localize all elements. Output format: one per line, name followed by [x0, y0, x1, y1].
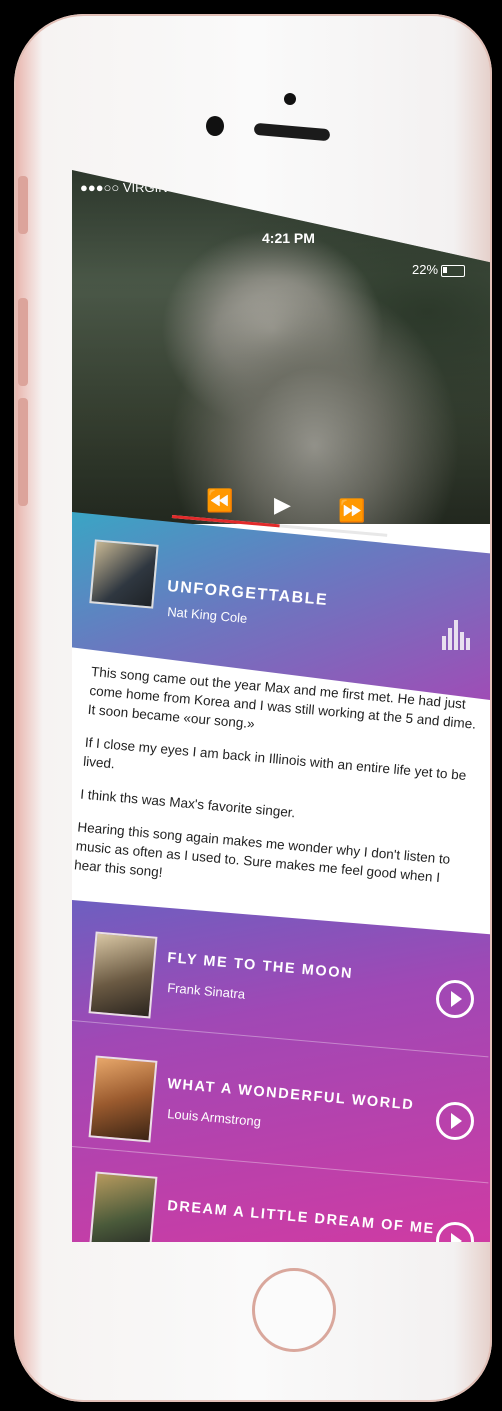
home-button[interactable]: [252, 1268, 336, 1352]
phone-mockup: ●●●○○ VIRGIN 4:21 PM 22% ⏪ ▶ ⏩ UNFORGETT…: [0, 0, 502, 1411]
album-art-sinatra: [88, 931, 158, 1019]
front-camera: [206, 116, 224, 136]
song-artist: Louis Armstrong: [166, 1106, 262, 1130]
song-row-what-a-wonderful-world[interactable]: WHAT A WONDERFUL WORLD Louis Armstrong: [72, 1028, 490, 1156]
mute-switch: [18, 176, 28, 234]
song-title: FLY ME TO THE MOON: [166, 950, 354, 983]
song-row-dream-a-little-dream[interactable]: DREAM A LITTLE DREAM OF ME: [72, 1154, 490, 1242]
volume-up-button: [18, 298, 28, 386]
album-art-dream: [88, 1171, 158, 1242]
battery-icon: [441, 264, 466, 277]
rewind-icon[interactable]: ⏪: [206, 488, 233, 514]
play-button-icon[interactable]: [436, 1222, 474, 1242]
playback-controls: ⏪ ▶ ⏩: [202, 488, 372, 524]
fast-forward-icon[interactable]: ⏩: [338, 498, 365, 524]
play-button-icon[interactable]: [436, 1102, 474, 1140]
app-screen: ●●●○○ VIRGIN 4:21 PM 22% ⏪ ▶ ⏩ UNFORGETT…: [72, 170, 490, 1242]
play-icon[interactable]: ▶: [274, 492, 291, 518]
album-art-unforgettable: [89, 539, 159, 609]
album-art-armstrong: [88, 1055, 158, 1143]
equalizer-icon[interactable]: [442, 618, 470, 650]
song-list: FLY ME TO THE MOON Frank Sinatra WHAT A …: [72, 900, 490, 1242]
status-time: 4:21 PM: [262, 230, 315, 246]
volume-down-button: [18, 398, 28, 506]
play-button-icon[interactable]: [436, 980, 474, 1018]
song-story: This song came out the year Max and me f…: [72, 662, 478, 922]
battery-status: 22%: [412, 262, 466, 277]
song-title: DREAM A LITTLE DREAM OF ME: [166, 1198, 436, 1238]
song-artist: Frank Sinatra: [166, 980, 246, 1002]
song-title: WHAT A WONDERFUL WORLD: [166, 1076, 415, 1114]
proximity-sensor: [284, 93, 296, 105]
battery-percent: 22%: [412, 262, 439, 277]
